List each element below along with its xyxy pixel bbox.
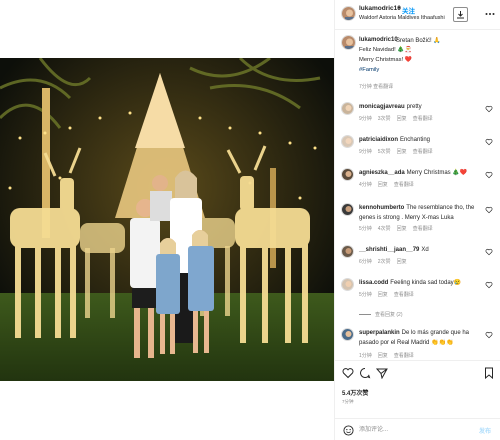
- download-icon: [457, 11, 464, 19]
- comment-time: 6分钟: [359, 259, 372, 265]
- avatar-image: [342, 204, 353, 215]
- comment-heart-icon[interactable]: [485, 171, 493, 179]
- comment-avatar[interactable]: [341, 245, 354, 258]
- family-christmas-photo: [0, 58, 334, 381]
- download-button[interactable]: [453, 7, 468, 22]
- comment-time: 9分钟: [359, 149, 372, 155]
- comment-avatar[interactable]: [341, 328, 354, 341]
- comment-avatar[interactable]: [341, 102, 354, 115]
- post-comment-button[interactable]: 发布: [479, 426, 491, 435]
- comment-username[interactable]: lissa.codd: [359, 280, 388, 286]
- header-separator: •: [398, 5, 401, 12]
- likes-count[interactable]: 5.4万次赞: [342, 388, 368, 397]
- translate-button[interactable]: 查看翻译: [394, 353, 414, 359]
- post-photo[interactable]: [0, 58, 334, 381]
- comment-likes[interactable]: 5次赞: [378, 149, 391, 155]
- avatar-image: [342, 7, 355, 20]
- comment-username[interactable]: kennohumberto: [359, 205, 404, 211]
- caption-time: 7分钟 查看翻译: [359, 84, 394, 90]
- replies-divider: [359, 314, 371, 316]
- author-username[interactable]: lukamodric10: [359, 5, 401, 12]
- comment-heart-icon[interactable]: [485, 206, 493, 214]
- translate-button[interactable]: 查看翻译: [413, 226, 433, 232]
- comment-time: 4分钟: [359, 182, 372, 188]
- comment-username[interactable]: monicagjavreau: [359, 104, 405, 110]
- caption-line-1: Sretan Božić! 🙏: [396, 38, 441, 44]
- comment-time: 1分钟: [359, 353, 372, 359]
- comment-text: Merry Christmas 🎄❤️: [406, 170, 468, 176]
- avatar-image: [342, 136, 353, 147]
- add-comment-bar: 发布: [335, 418, 500, 440]
- comment-text: Enchanting: [399, 137, 430, 143]
- comment-text: pretty: [406, 104, 422, 110]
- comment-username[interactable]: __shrishti__jaan__79: [359, 247, 419, 253]
- reply-button[interactable]: 回复: [397, 116, 407, 122]
- emoji-icon[interactable]: [343, 425, 354, 436]
- view-replies-label: 查看回复 (2): [375, 312, 403, 318]
- comment-avatar[interactable]: [341, 203, 354, 216]
- caption-line-2: Feliz Navidad! 🎄🎅: [359, 47, 412, 53]
- comment-heart-icon[interactable]: [485, 105, 493, 113]
- comment-username[interactable]: patriciaidixon: [359, 137, 398, 143]
- comment-time: 9分钟: [359, 116, 372, 122]
- comment-time: 5分钟: [359, 292, 372, 298]
- avatar-image: [342, 103, 353, 114]
- reply-button[interactable]: 回复: [378, 292, 388, 298]
- post-actions-bar: 5.4万次赞 7分钟: [335, 360, 500, 404]
- caption-avatar[interactable]: [341, 35, 356, 50]
- heart-icon[interactable]: [342, 367, 354, 379]
- translate-button[interactable]: 查看翻译: [413, 116, 433, 122]
- comment-input[interactable]: [359, 425, 469, 435]
- comment-text: Xd: [421, 247, 429, 253]
- avatar-image: [342, 279, 353, 290]
- comment-heart-icon[interactable]: [485, 138, 493, 146]
- comment-heart-icon[interactable]: [485, 331, 493, 339]
- reply-button[interactable]: 回复: [397, 259, 407, 265]
- avatar-image: [342, 36, 355, 49]
- avatar-image: [342, 169, 353, 180]
- post-location[interactable]: Waldorf Astoria Maldives Ithaafushi: [359, 15, 445, 21]
- comment-username[interactable]: superpalankin: [359, 330, 400, 336]
- comment-likes[interactable]: 3次赞: [378, 116, 391, 122]
- share-icon[interactable]: [376, 367, 388, 379]
- reply-button[interactable]: 回复: [378, 182, 388, 188]
- author-avatar[interactable]: [341, 6, 356, 21]
- more-options-button[interactable]: [485, 8, 495, 18]
- caption-line-3: Merry Christmas! ❤️: [359, 57, 412, 63]
- comment-time: 5分钟: [359, 226, 372, 232]
- translate-button[interactable]: 查看翻译: [413, 149, 433, 155]
- comment-likes[interactable]: 2次赞: [378, 259, 391, 265]
- post-media-pane: [0, 0, 334, 440]
- comment-username[interactable]: agnieszka__ada: [359, 170, 405, 176]
- reply-button[interactable]: 回复: [397, 226, 407, 232]
- more-horizontal-icon: [485, 13, 495, 15]
- avatar-image: [342, 246, 353, 257]
- bookmark-icon[interactable]: [483, 367, 495, 379]
- reply-button[interactable]: 回复: [378, 353, 388, 359]
- translate-button[interactable]: 查看翻译: [394, 292, 414, 298]
- comment-avatar[interactable]: [341, 278, 354, 291]
- caption-username[interactable]: lukamodric10: [359, 37, 398, 43]
- translate-button[interactable]: 查看翻译: [394, 182, 414, 188]
- comment-avatar[interactable]: [341, 168, 354, 181]
- comment-icon[interactable]: [359, 367, 371, 379]
- reply-button[interactable]: 回复: [397, 149, 407, 155]
- comment-text: Feeling kinda sad today😢: [390, 280, 462, 286]
- caption-hashtag[interactable]: #Family: [359, 67, 379, 73]
- comment-heart-icon[interactable]: [485, 248, 493, 256]
- comment-avatar[interactable]: [341, 135, 354, 148]
- comment-likes[interactable]: 4次赞: [378, 226, 391, 232]
- view-replies-button[interactable]: 查看回复 (2): [359, 311, 403, 318]
- comment-heart-icon[interactable]: [485, 281, 493, 289]
- avatar-image: [342, 329, 353, 340]
- post-time: 7分钟: [342, 399, 354, 404]
- post-details-pane: lukamodric10 • 关注 Waldorf Astoria Maldiv…: [334, 0, 500, 440]
- post-header: lukamodric10 • 关注 Waldorf Astoria Maldiv…: [335, 0, 500, 30]
- follow-button[interactable]: 关注: [402, 5, 415, 15]
